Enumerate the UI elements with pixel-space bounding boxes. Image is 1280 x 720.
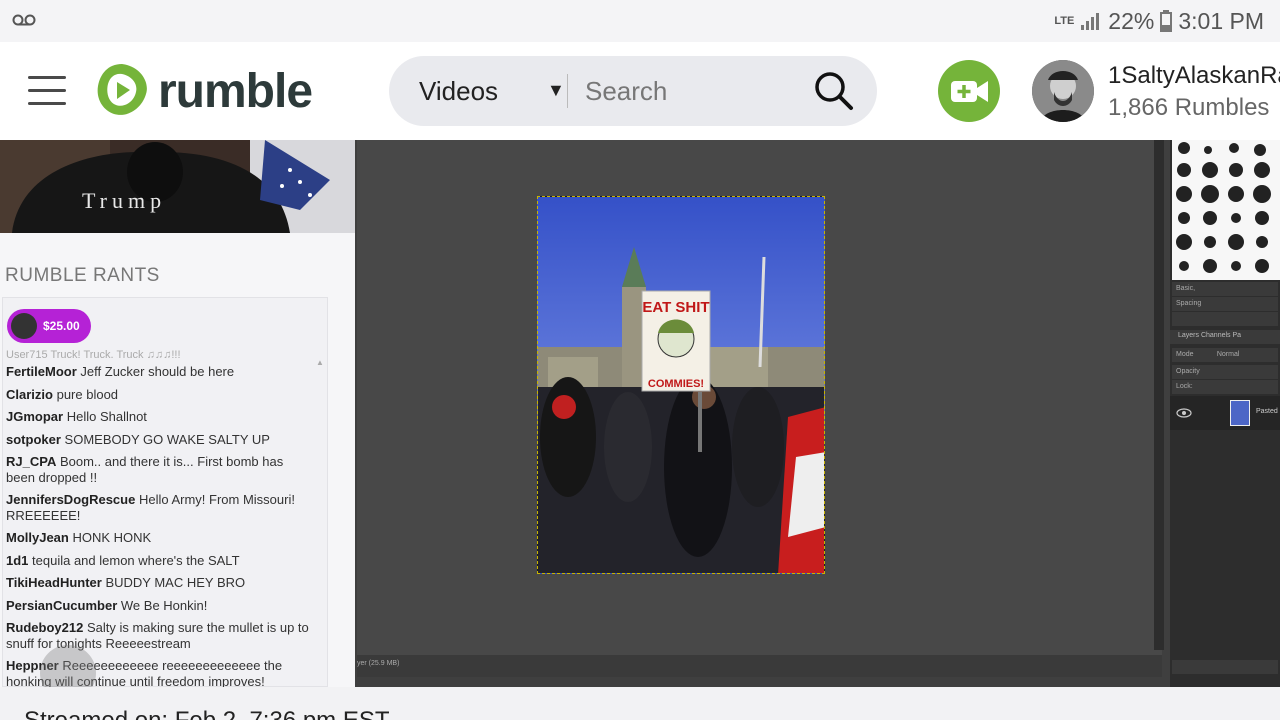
chat-message: FertileMoor Jeff Zucker should be here [6, 364, 235, 379]
chat-message: PersianCucumber We Be Honkin! [6, 597, 208, 613]
layer-name: Pasted [1256, 408, 1278, 415]
shirt-text: Trump [82, 188, 166, 213]
user-rumbles-count: 1,866 Rumbles [1108, 94, 1270, 121]
chat-message: TikiHeadHunter BUDDY MAC HEY BRO [6, 575, 246, 590]
chat-box[interactable]: $25.00 ▲ User715 Truck! Truck, Truck ♫♫♫… [2, 297, 328, 687]
logo-wordmark: rumble [158, 64, 313, 118]
rumble-play-icon [97, 64, 147, 115]
chat-scroll-up-icon[interactable]: ▲ [316, 358, 324, 367]
battery-percent: 22% [1108, 7, 1155, 34]
user-name[interactable]: 1SaltyAlaskanRa [1108, 62, 1280, 90]
chat-message: RJ_CPA Boom.. and there it is... First b… [6, 454, 284, 485]
video-player[interactable]: Trump RUMBLE RANTS $25.00 ▲ User715 Truc… [0, 140, 1280, 687]
chat-message: Clarizio pure blood [6, 386, 119, 402]
gimp-dock: Basic, Spacing Layers Channels Pa Mode N… [1170, 140, 1280, 687]
rant-amount: $25.00 [43, 319, 80, 333]
chat-message: MollyJean HONK HONK [6, 530, 152, 545]
rant-avatar-icon [11, 313, 37, 339]
search-input[interactable] [585, 70, 795, 112]
layer-tool-buttons[interactable] [1172, 660, 1278, 674]
go-live-button[interactable] [938, 60, 1000, 122]
webcam-image: Trump [0, 140, 355, 233]
search-divider [567, 74, 568, 108]
mode-row[interactable]: Mode Normal [1172, 348, 1278, 362]
caret-down-icon[interactable]: ▼ [547, 80, 565, 101]
brush-tool-buttons[interactable] [1172, 312, 1278, 326]
rants-title: RUMBLE RANTS [5, 265, 160, 286]
chat-message: Rudeboy212 Salty is making sure the mull… [6, 620, 309, 651]
layer-row[interactable]: Pasted [1170, 396, 1280, 430]
protest-photo-image: EAT SHIT COMMIES! [538, 247, 824, 573]
layers-tabs[interactable]: Layers Channels Pa [1170, 330, 1280, 344]
search-category-select[interactable]: Videos [419, 76, 498, 107]
chat-message: User715 Truck! Truck, Truck ♫♫♫!!! [6, 349, 181, 358]
user-avatar[interactable] [1032, 60, 1094, 122]
search-icon[interactable] [813, 70, 855, 112]
video-info: Streamed on: Feb 2, 7:36 pm EST [0, 687, 1280, 720]
chat-message: 1d1 tequila and lemon where's the SALT [6, 552, 240, 568]
user-avatar-image [1032, 60, 1094, 122]
layer-thumbnail [1230, 400, 1250, 426]
lock-row[interactable]: Lock: [1172, 380, 1278, 394]
eye-icon[interactable] [1174, 396, 1194, 430]
streamed-date: Streamed on: Feb 2, 7:36 pm EST [24, 707, 390, 720]
sign-bottom-text: COMMIES! [648, 378, 704, 390]
chat-message: JGmopar Hello Shallnot [6, 409, 147, 424]
signal-icon [1081, 13, 1100, 30]
chat-message: sotpoker SOMEBODY GO WAKE SALTY UP [6, 431, 270, 447]
voicemail-icon [12, 14, 36, 26]
gimp-status-text: yer (25.9 MB) [357, 660, 400, 667]
opacity-row[interactable]: Opacity [1172, 365, 1278, 379]
network-type: LTE [1054, 15, 1075, 27]
brush-grid-icons [1176, 142, 1271, 273]
brush-name-row: Basic, [1172, 282, 1278, 296]
video-camera-plus-icon [951, 81, 988, 102]
menu-icon[interactable] [28, 76, 66, 106]
gimp-status-bar: yer (25.9 MB) [357, 655, 1162, 677]
gimp-canvas: EAT SHIT COMMIES! [357, 140, 1162, 665]
gimp-scrollbar[interactable] [1154, 140, 1164, 650]
rant-badge[interactable]: $25.00 [7, 309, 91, 343]
rumble-logo[interactable]: rumble [94, 62, 313, 120]
chat-messages: User715 Truck! Truck, Truck ♫♫♫!!! Ferti… [6, 348, 309, 687]
rumble-rants-panel: RUMBLE RANTS $25.00 ▲ User715 Truck! Tru… [0, 233, 355, 687]
battery-icon [1160, 10, 1173, 32]
site-header: rumble Videos ▼ 1SaltyAlaskanRa 1,866 Ru… [0, 42, 1280, 140]
protest-photo: EAT SHIT COMMIES! [537, 196, 825, 574]
status-bar: LTE 22% 3:01 PM [0, 0, 1280, 42]
chat-message: JennifersDogRescue Hello Army! From Miss… [6, 492, 295, 523]
search-bar: Videos ▼ [389, 56, 877, 126]
clock: 3:01 PM [1178, 7, 1264, 34]
spacing-row: Spacing [1172, 297, 1278, 311]
brushes-panel[interactable] [1172, 140, 1280, 280]
sign-top-text: EAT SHIT [642, 299, 709, 316]
webcam-overlay: Trump [0, 140, 355, 233]
